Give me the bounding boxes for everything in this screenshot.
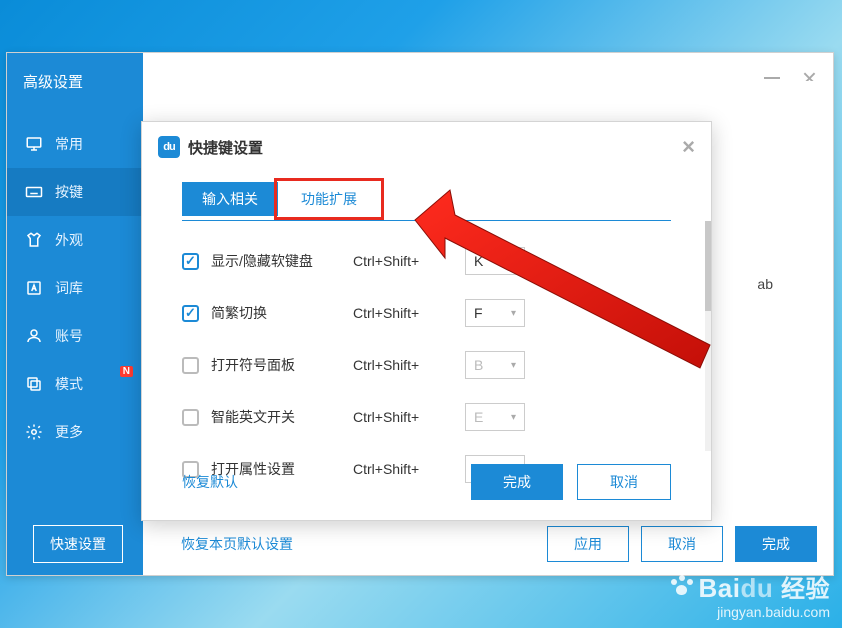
sidebar-item-common[interactable]: 常用: [7, 120, 143, 168]
tab-input[interactable]: 输入相关: [182, 182, 278, 216]
reset-page-link[interactable]: 恢复本页默认设置: [181, 534, 293, 554]
watermark-url: jingyan.baidu.com: [669, 604, 830, 620]
apply-button[interactable]: 应用: [547, 526, 629, 562]
window-title: 高级设置: [7, 53, 143, 120]
outer-footer: 快速设置 恢复本页默认设置 应用 取消 完成: [7, 513, 833, 575]
new-badge: N: [120, 366, 133, 377]
setting-row: 智能英文开关 Ctrl+Shift+ E▾: [182, 391, 671, 443]
sidebar-item-label: 更多: [55, 422, 83, 442]
cancel-button[interactable]: 取消: [641, 526, 723, 562]
copy-icon: [25, 375, 43, 393]
key-select[interactable]: E▾: [465, 403, 525, 431]
setting-label: 打开符号面板: [211, 355, 341, 375]
quick-settings-button[interactable]: 快速设置: [33, 525, 123, 563]
sidebar-item-label: 模式: [55, 374, 83, 394]
chevron-down-icon: ▾: [511, 256, 516, 267]
sidebar: 高级设置 常用 按键 外观 词库 账号 模式 N 更多: [7, 53, 143, 575]
sidebar-item-label: 外观: [55, 230, 83, 250]
setting-row: 显示/隐藏软键盘 Ctrl+Shift+ K▾: [182, 235, 671, 287]
dialog-title: 快捷键设置: [188, 137, 263, 158]
chevron-down-icon: ▾: [511, 360, 516, 371]
restore-default-link[interactable]: 恢复默认: [182, 472, 238, 492]
user-icon: [25, 327, 43, 345]
done-button[interactable]: 完成: [735, 526, 817, 562]
shortcut-prefix: Ctrl+Shift+: [353, 357, 453, 373]
watermark-brand: Baidu 经验: [669, 569, 830, 604]
scrollbar[interactable]: [705, 221, 711, 451]
shortcut-prefix: Ctrl+Shift+: [353, 409, 453, 425]
sidebar-item-account[interactable]: 账号: [7, 312, 143, 360]
brand-logo-icon: du: [158, 136, 180, 158]
checkbox[interactable]: [182, 357, 199, 374]
checkbox[interactable]: [182, 253, 199, 270]
partial-text-tab: ab: [757, 276, 773, 292]
watermark: Baidu 经验 jingyan.baidu.com: [669, 569, 830, 620]
sidebar-item-mode[interactable]: 模式 N: [7, 360, 143, 408]
dialog-tabs: 输入相关 功能扩展: [182, 178, 671, 221]
sidebar-item-keys[interactable]: 按键: [7, 168, 143, 216]
setting-label: 简繁切换: [211, 303, 341, 323]
highlight-annotation: 功能扩展: [274, 178, 384, 220]
shortcut-prefix: Ctrl+Shift+: [353, 305, 453, 321]
tab-extension[interactable]: 功能扩展: [281, 182, 377, 216]
sidebar-item-appearance[interactable]: 外观: [7, 216, 143, 264]
checkbox[interactable]: [182, 409, 199, 426]
chevron-down-icon: ▾: [511, 412, 516, 423]
shirt-icon: [25, 231, 43, 249]
dialog-cancel-button[interactable]: 取消: [577, 464, 671, 500]
setting-row: 简繁切换 Ctrl+Shift+ F▾: [182, 287, 671, 339]
monitor-icon: [25, 135, 43, 153]
dialog-done-button[interactable]: 完成: [471, 464, 563, 500]
setting-row: 打开符号面板 Ctrl+Shift+ B▾: [182, 339, 671, 391]
key-select[interactable]: F▾: [465, 299, 525, 327]
sidebar-item-more[interactable]: 更多: [7, 408, 143, 456]
chevron-down-icon: ▾: [511, 308, 516, 319]
dialog-footer: 恢复默认 完成 取消: [142, 450, 711, 520]
key-select[interactable]: K▾: [465, 247, 525, 275]
sidebar-item-label: 按键: [55, 182, 83, 202]
checkbox[interactable]: [182, 305, 199, 322]
close-icon[interactable]: ×: [682, 134, 695, 160]
setting-label: 智能英文开关: [211, 407, 341, 427]
shortcut-dialog: du 快捷键设置 × 输入相关 功能扩展 显示/隐藏软键盘 Ctrl+Shift…: [141, 121, 712, 521]
gear-icon: [25, 423, 43, 441]
sidebar-item-label: 常用: [55, 134, 83, 154]
scrollbar-thumb[interactable]: [705, 221, 711, 311]
letter-a-icon: [25, 279, 43, 297]
dialog-header: du 快捷键设置 ×: [142, 122, 711, 172]
sidebar-item-label: 账号: [55, 326, 83, 346]
shortcut-prefix: Ctrl+Shift+: [353, 253, 453, 269]
sidebar-item-label: 词库: [55, 278, 83, 298]
keyboard-icon: [25, 183, 43, 201]
minimize-icon[interactable]: [764, 77, 780, 79]
sidebar-item-dictionary[interactable]: 词库: [7, 264, 143, 312]
setting-label: 显示/隐藏软键盘: [211, 251, 341, 271]
paw-icon: [669, 575, 695, 597]
key-select[interactable]: B▾: [465, 351, 525, 379]
